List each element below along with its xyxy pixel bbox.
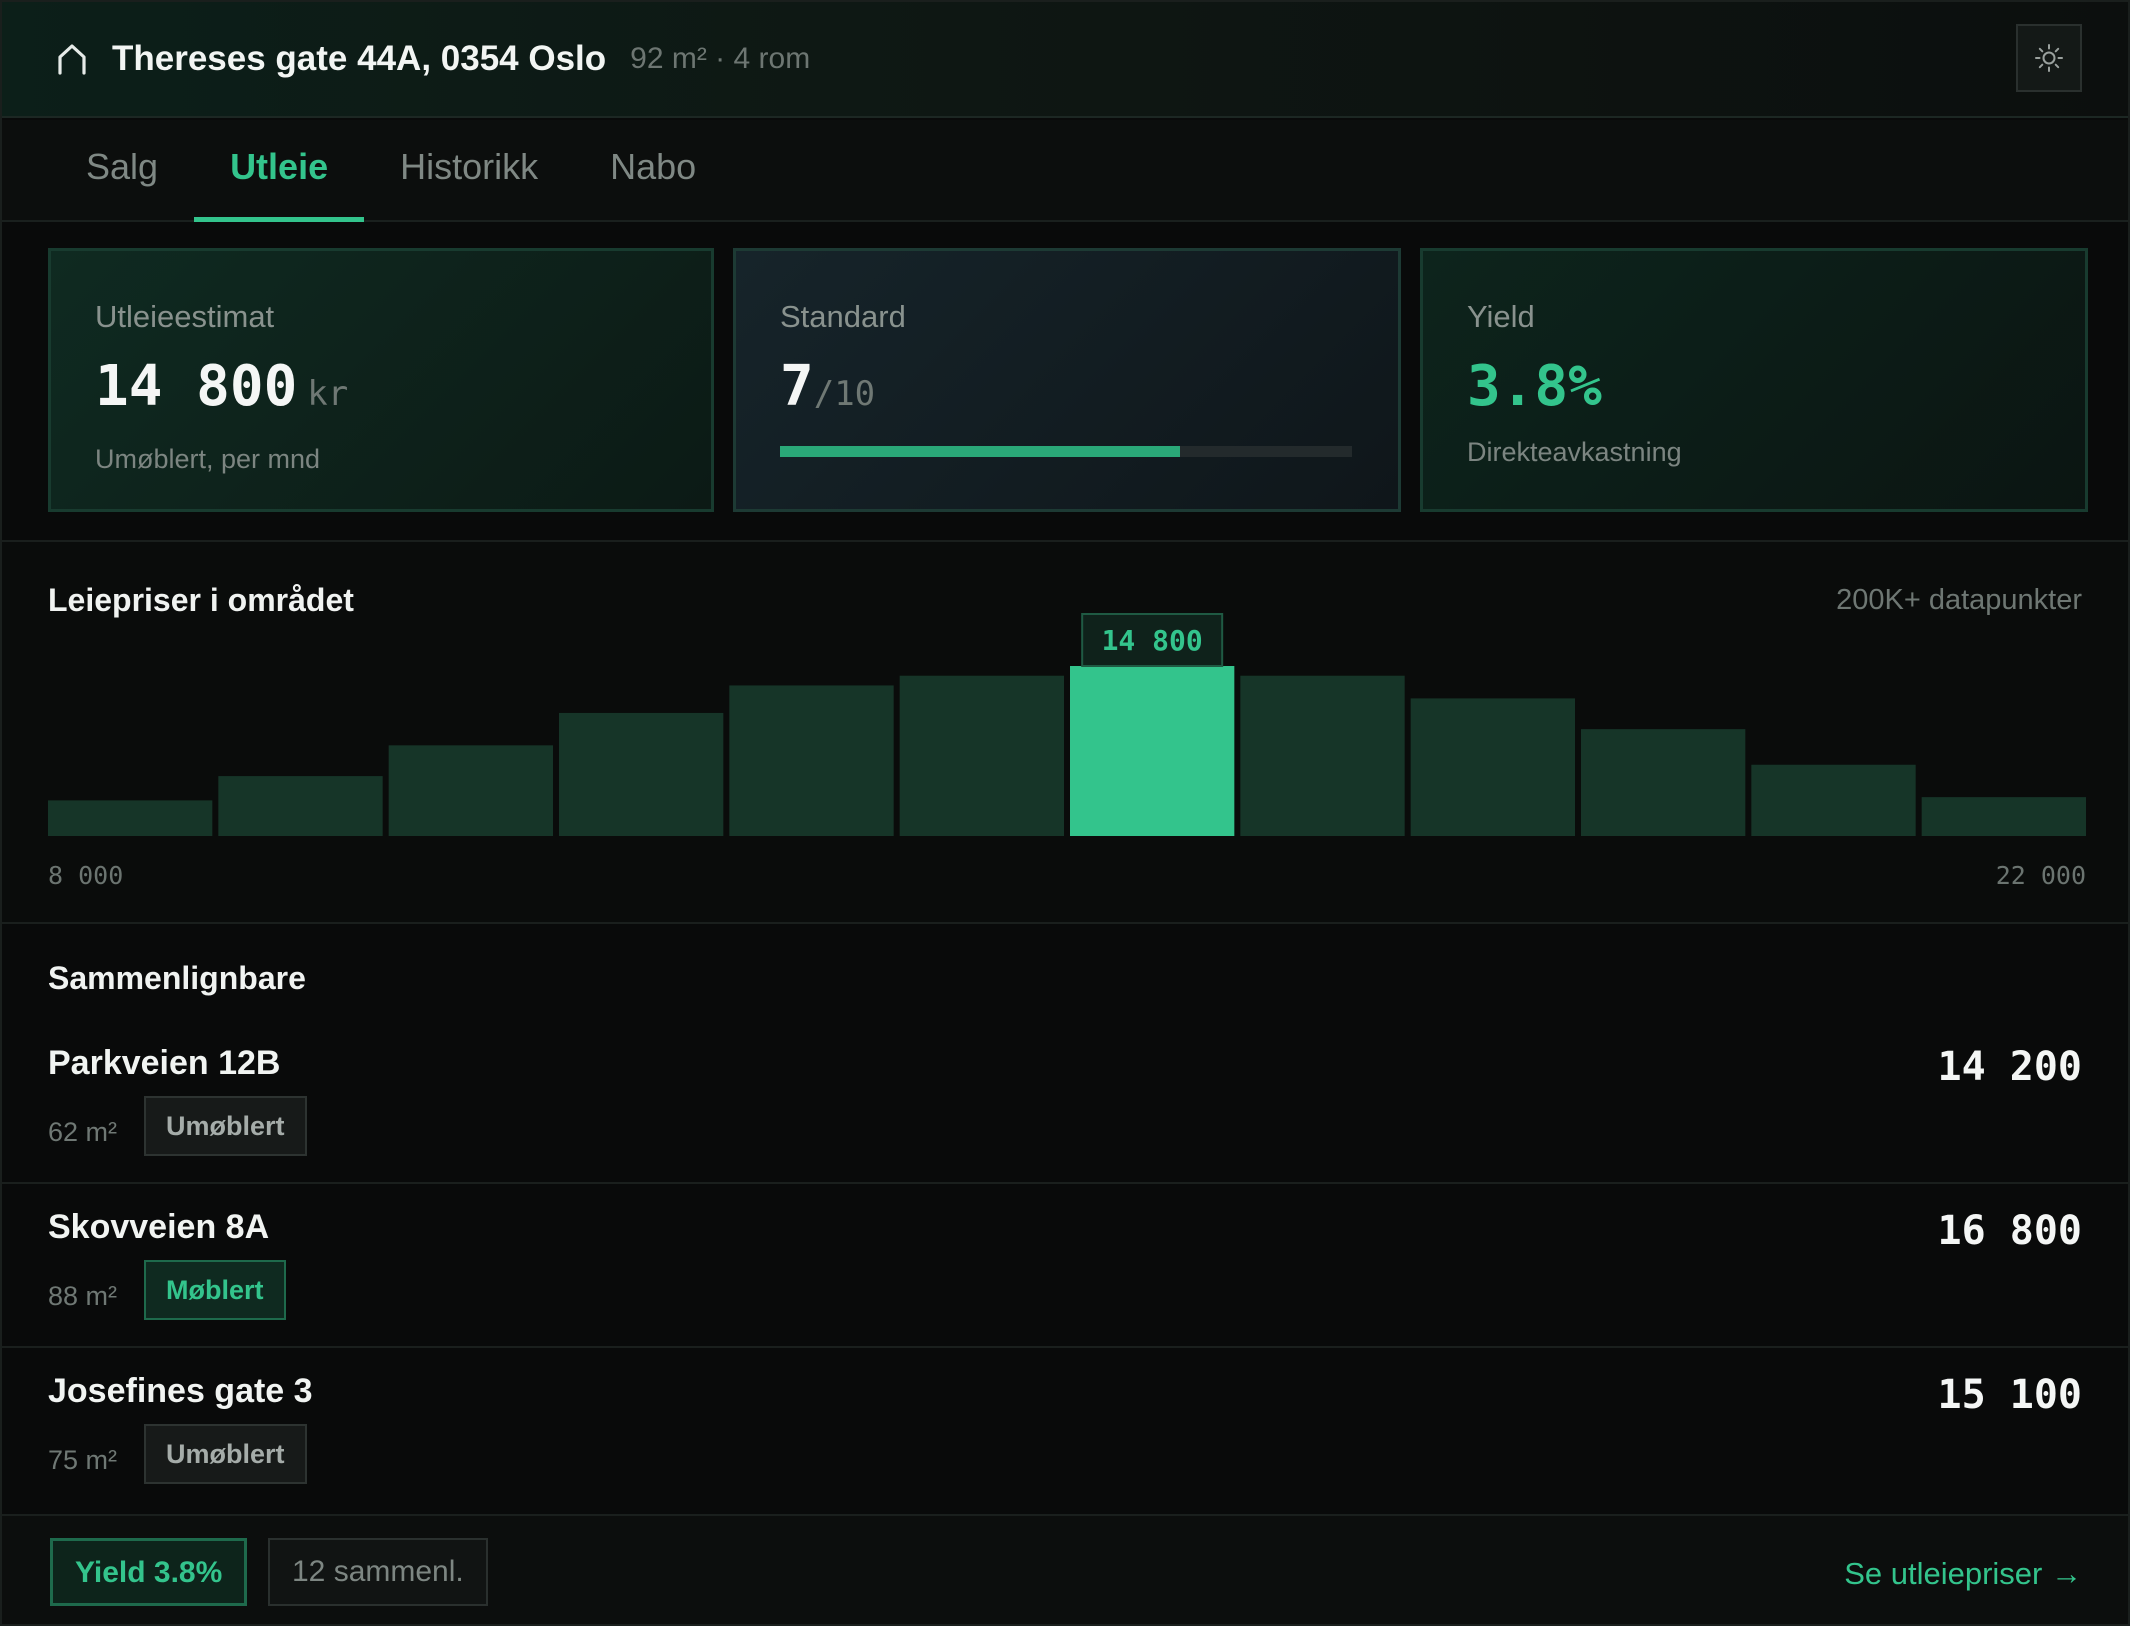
comparable-size: 62 m² (48, 1117, 118, 1147)
header: Thereses gate 44A, 0354 Oslo 92 m² · 4 r… (2, 2, 2128, 118)
rent-estimate-sub: Umøblert, per mnd (95, 444, 321, 474)
histogram-bar (729, 685, 894, 836)
yield-value: 3.8% (1467, 354, 1602, 419)
tab-utleie[interactable]: Utleie (194, 120, 365, 222)
standard-value: 7/10 (780, 355, 1398, 426)
comparable-price: 14 200 (1937, 1044, 2083, 1090)
comparables-count-chip[interactable]: 12 sammenl. (268, 1538, 488, 1606)
rent-histogram: 14 800 8 000 22 000 (48, 613, 2086, 890)
histogram-bar (48, 800, 213, 836)
rent-distribution-section: Leiepriser i området 200K+ datapunkter 1… (2, 540, 2128, 924)
comparable-address: Parkveien 12B (48, 1044, 281, 1082)
tab-historikk[interactable]: Historikk (364, 120, 574, 220)
furnishing-badge: Umøblert (144, 1424, 307, 1484)
yield-label: Yield (1467, 299, 1535, 334)
yield-chip[interactable]: Yield 3.8% (50, 1538, 248, 1606)
histogram-bar (218, 776, 383, 836)
standard-card: Standard 7/10 (733, 248, 1401, 512)
furnishing-badge: Umøblert (144, 1096, 307, 1156)
rent-estimate-label: Utleieestimat (95, 299, 275, 334)
summary-cards: Utleieestimat 14 800 kr Umøblert, per mnd… (48, 248, 2088, 514)
yield-card: Yield 3.8% Direkteavkastning (1420, 248, 2088, 512)
standard-score: 7 (780, 354, 814, 419)
comparable-size: 75 m² (48, 1445, 118, 1475)
axis-max-label: 22 000 (1996, 861, 2086, 890)
tab-nabo[interactable]: Nabo (574, 120, 732, 220)
see-rent-prices-link[interactable]: Se utleiepriser → (1844, 1556, 2082, 1592)
histogram-bar (1921, 797, 2086, 836)
comparable-row[interactable]: Parkveien 12B 62 m² Umøblert 14 200 (2, 1022, 2128, 1184)
rent-estimate-card: Utleieestimat 14 800 kr Umøblert, per mnd (48, 248, 714, 512)
histogram-bar-highlight (1070, 666, 1235, 836)
theme-toggle-button[interactable] (2016, 24, 2082, 92)
histogram-bar (1240, 675, 1405, 836)
rental-panel: Thereses gate 44A, 0354 Oslo 92 m² · 4 r… (0, 0, 2130, 1626)
comparable-price: 15 100 (1937, 1372, 2083, 1418)
standard-progress-bar (780, 446, 1352, 457)
standard-label: Standard (780, 299, 906, 334)
histogram-bar (1410, 698, 1575, 836)
comparable-address: Skovveien 8A (48, 1208, 270, 1246)
histogram-bar (559, 712, 724, 836)
comparable-address: Josefines gate 3 (48, 1372, 313, 1410)
yield-sub: Direkteavkastning (1467, 437, 1682, 467)
home-icon (58, 44, 86, 75)
property-meta: 92 m² · 4 rom (630, 42, 811, 75)
axis-min-label: 8 000 (48, 861, 123, 890)
rent-estimate-value: 14 800 kr (95, 355, 711, 426)
histogram-bar (899, 675, 1064, 836)
comparable-size: 88 m² (48, 1281, 118, 1311)
tab-salg[interactable]: Salg (50, 120, 194, 220)
address-title: Thereses gate 44A, 0354 Oslo (112, 39, 607, 78)
sun-icon (2035, 44, 2063, 72)
rent-estimate-unit: kr (307, 374, 349, 414)
histogram-bar (388, 745, 553, 836)
histogram-bar (1581, 729, 1746, 836)
comparable-row[interactable]: Skovveien 8A 88 m² Møblert 16 800 (2, 1186, 2128, 1348)
histogram-bar (1751, 764, 1916, 836)
highlight-value-label: 14 800 (1102, 624, 1203, 657)
standard-max: /10 (813, 374, 876, 414)
comparable-price: 16 800 (1937, 1208, 2083, 1254)
comparable-row[interactable]: Josefines gate 3 75 m² Umøblert 15 100 (2, 1350, 2128, 1512)
standard-progress-fill (780, 446, 1181, 457)
footer-bar: Yield 3.8% 12 sammenl. Se utleiepriser → (2, 1514, 2128, 1624)
furnishing-badge: Møblert (144, 1260, 286, 1320)
comparables-title: Sammenlignbare (48, 960, 306, 996)
tab-bar: Salg Utleie Historikk Nabo (2, 120, 2128, 222)
rent-estimate-amount: 14 800 (95, 354, 298, 419)
